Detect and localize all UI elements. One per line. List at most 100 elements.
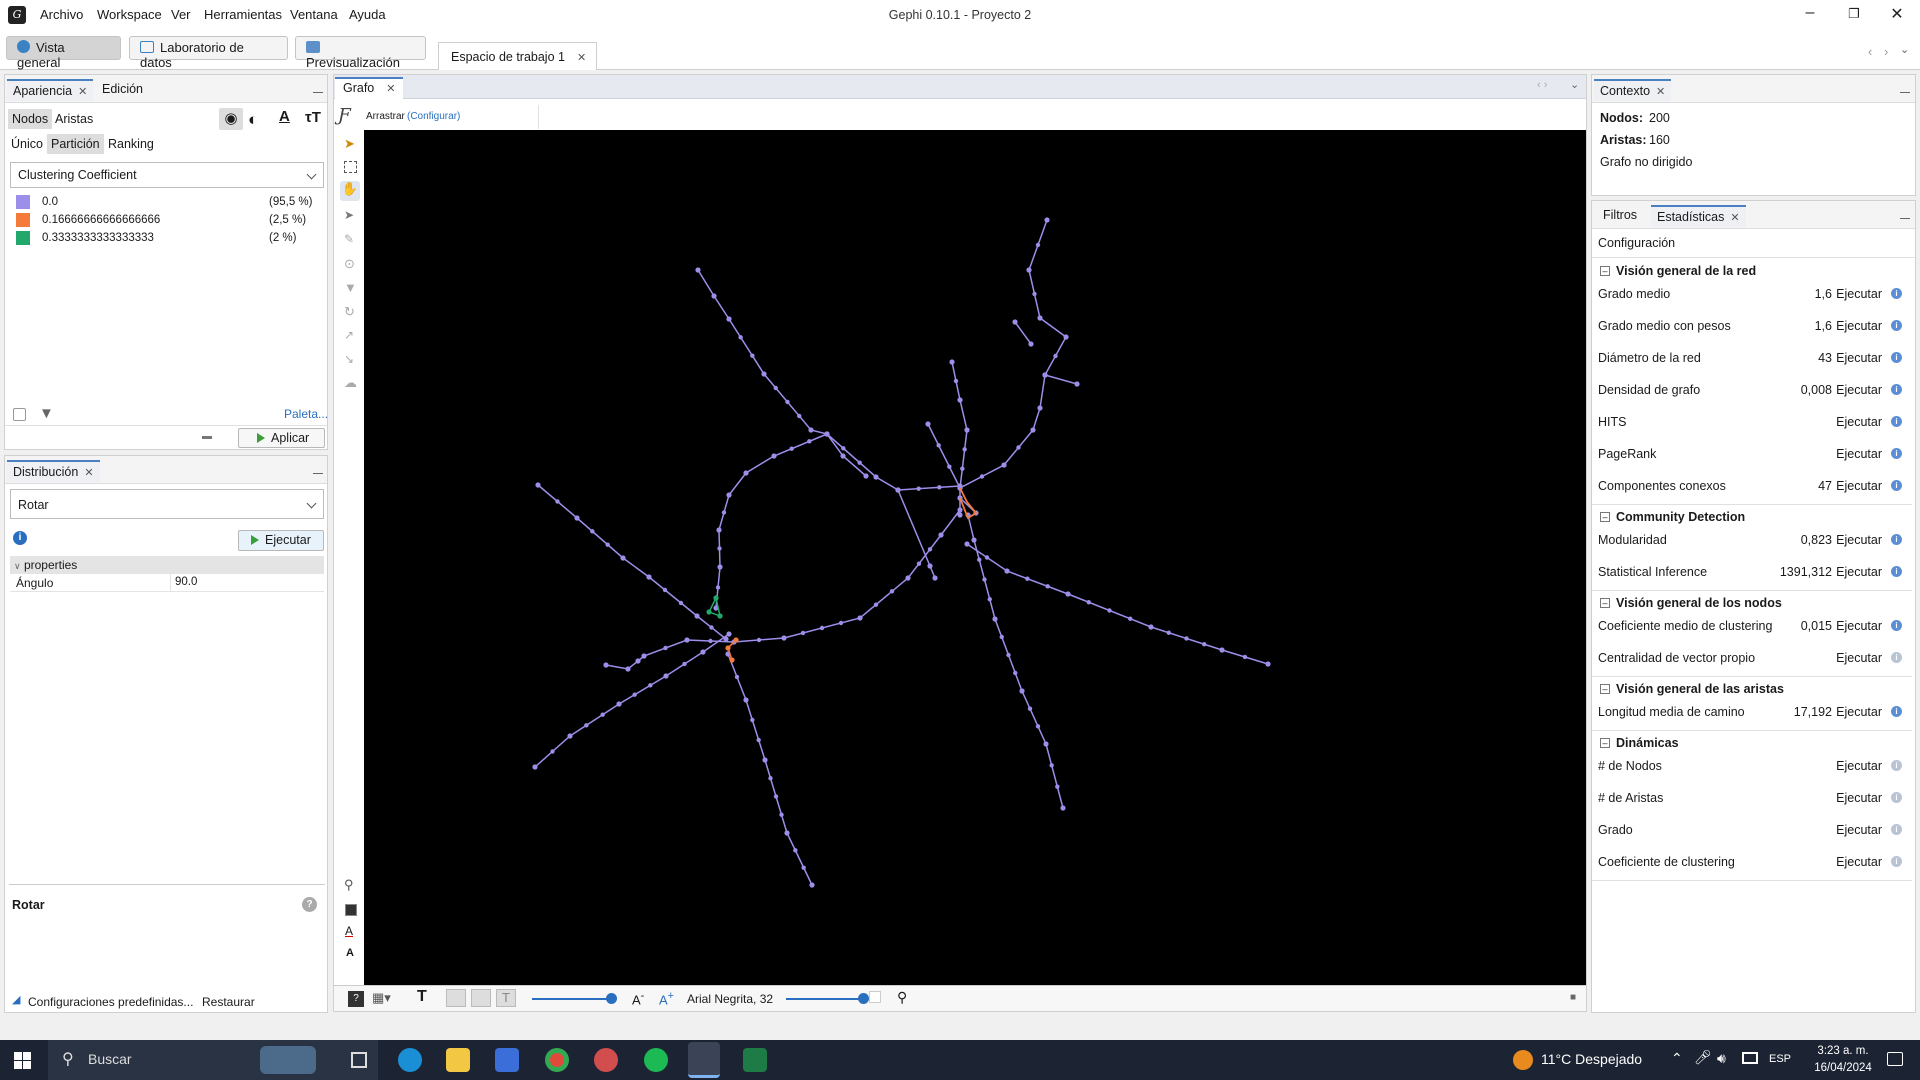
stats-section-header[interactable]: – Community Detection bbox=[1592, 507, 1912, 529]
graph-node[interactable] bbox=[756, 737, 761, 743]
graph-node[interactable] bbox=[789, 446, 794, 451]
minimize-panel-icon[interactable] bbox=[1900, 92, 1910, 93]
graph-node[interactable] bbox=[733, 637, 739, 643]
graph-node[interactable] bbox=[1053, 353, 1058, 359]
run-stat-button[interactable]: Ejecutar bbox=[1836, 651, 1882, 665]
stats-section-header[interactable]: – Visión general de la red bbox=[1592, 261, 1912, 283]
graph-node[interactable] bbox=[756, 637, 762, 643]
graph-node[interactable] bbox=[957, 483, 963, 489]
graph-node[interactable] bbox=[781, 635, 787, 641]
info-icon[interactable]: i bbox=[1891, 416, 1902, 427]
graph-node[interactable] bbox=[807, 439, 812, 444]
weather-text[interactable]: 11°C Despejado bbox=[1541, 1051, 1642, 1067]
graph-node[interactable] bbox=[1037, 405, 1043, 411]
font-color-icon[interactable]: A bbox=[345, 924, 353, 938]
close-estadisticas-icon[interactable]: ✕ bbox=[1730, 212, 1739, 224]
tab-list-icon[interactable]: ⌄ bbox=[1570, 78, 1579, 91]
graph-node[interactable] bbox=[535, 482, 541, 488]
graph-edge[interactable] bbox=[1044, 374, 1078, 385]
graph-node[interactable] bbox=[663, 645, 668, 651]
notifications-icon[interactable] bbox=[1887, 1052, 1903, 1066]
graph-node[interactable] bbox=[785, 399, 790, 405]
workspace-tab[interactable]: Espacio de trabajo 1 ✕ bbox=[438, 42, 598, 70]
graph-node[interactable] bbox=[873, 602, 879, 607]
graph-node[interactable] bbox=[1044, 217, 1050, 223]
nodes-tab[interactable]: Nodos bbox=[8, 109, 53, 129]
apply-button[interactable]: Aplicar bbox=[238, 428, 325, 448]
graph-node[interactable] bbox=[773, 794, 779, 799]
tab-distribucion[interactable]: Distribución ✕ bbox=[7, 460, 100, 482]
graph-node[interactable] bbox=[889, 589, 895, 594]
run-stat-button[interactable]: Ejecutar bbox=[1836, 383, 1882, 397]
scroll-tabs-left-icon[interactable]: ‹ › bbox=[1537, 79, 1547, 91]
heat-map-icon[interactable]: ☁ bbox=[344, 375, 357, 391]
graph-edge[interactable] bbox=[605, 509, 961, 670]
presets-link[interactable]: Configuraciones predefinidas... bbox=[28, 995, 193, 1009]
graph-node[interactable] bbox=[1035, 724, 1041, 729]
font-label[interactable]: Arial Negrita, 32 bbox=[687, 992, 773, 1006]
graph-node[interactable] bbox=[953, 378, 959, 384]
drag-tool-icon[interactable]: ✋ bbox=[340, 181, 360, 201]
tab-estadisticas[interactable]: Estadísticas ✕ bbox=[1651, 205, 1746, 227]
slider-knob[interactable] bbox=[858, 993, 869, 1004]
graph-node[interactable] bbox=[1012, 319, 1018, 325]
graph-node[interactable] bbox=[721, 510, 727, 515]
graph-node[interactable] bbox=[840, 453, 846, 459]
graph-node[interactable] bbox=[717, 613, 723, 619]
graph-node[interactable] bbox=[960, 466, 965, 471]
minimize-panel-icon[interactable] bbox=[313, 92, 323, 93]
info-icon[interactable]: i bbox=[1891, 320, 1902, 331]
graph-node[interactable] bbox=[949, 359, 955, 365]
graph-node[interactable] bbox=[962, 447, 967, 452]
show-labels-icon[interactable]: ? bbox=[348, 991, 364, 1007]
graph-node[interactable] bbox=[984, 555, 990, 560]
graph-node[interactable] bbox=[706, 609, 712, 615]
collapse-icon[interactable]: – bbox=[1600, 266, 1610, 276]
graph-node[interactable] bbox=[1042, 372, 1048, 378]
run-stat-button[interactable]: Ejecutar bbox=[1836, 533, 1882, 547]
label-size-icon[interactable]: τT bbox=[305, 109, 321, 126]
minimize-window-button[interactable]: – bbox=[1795, 4, 1825, 26]
info-icon[interactable]: i bbox=[1891, 288, 1902, 299]
zoom-fit-icon[interactable]: ⚲ bbox=[344, 877, 354, 893]
graph-node[interactable] bbox=[700, 649, 706, 655]
taskbar-search[interactable]: ⚲ Buscar bbox=[48, 1040, 378, 1080]
graph-node[interactable] bbox=[905, 575, 911, 581]
chrome-icon[interactable] bbox=[545, 1048, 569, 1072]
graph-node[interactable] bbox=[635, 658, 641, 664]
layout-select[interactable]: Rotar bbox=[10, 489, 324, 519]
graph-node[interactable] bbox=[717, 546, 722, 551]
run-stat-button[interactable]: Ejecutar bbox=[1836, 319, 1882, 333]
graph-node[interactable] bbox=[646, 574, 652, 580]
datalab-mode-button[interactable]: Laboratorio de datos bbox=[129, 36, 288, 70]
graph-node[interactable] bbox=[682, 661, 687, 667]
graph-node[interactable] bbox=[964, 541, 970, 547]
paint-bucket-icon[interactable]: ▼ bbox=[344, 280, 357, 295]
reset-link[interactable]: Restaurar bbox=[202, 995, 255, 1009]
graph-node[interactable] bbox=[936, 443, 941, 448]
stats-section-header[interactable]: – Visión general de los nodos bbox=[1592, 593, 1912, 615]
graph-svg[interactable] bbox=[364, 130, 1586, 985]
graph-node[interactable] bbox=[797, 413, 802, 419]
minimize-panel-icon[interactable] bbox=[313, 473, 323, 474]
graph-node[interactable] bbox=[711, 293, 717, 299]
info-icon[interactable]: i bbox=[1891, 652, 1902, 663]
graph-node[interactable] bbox=[762, 757, 768, 763]
graph-node[interactable] bbox=[632, 692, 637, 697]
font-size-slider[interactable] bbox=[786, 993, 869, 1004]
graph-node[interactable] bbox=[1065, 591, 1071, 597]
configure-link[interactable]: (Configurar) bbox=[407, 111, 460, 122]
graph-node[interactable] bbox=[1004, 568, 1010, 574]
edges-tab[interactable]: Aristas bbox=[55, 112, 93, 126]
graph-node[interactable] bbox=[600, 712, 605, 717]
font-decrease-icon[interactable]: A- bbox=[632, 990, 644, 1007]
unique-tab[interactable]: Único bbox=[11, 137, 43, 151]
graph-node[interactable] bbox=[1086, 600, 1091, 605]
info-icon[interactable]: i bbox=[1891, 856, 1902, 867]
palette-link[interactable]: Paleta... bbox=[284, 407, 328, 421]
info-icon[interactable]: i bbox=[1891, 352, 1902, 363]
graph-node[interactable] bbox=[771, 453, 777, 459]
attribute-select[interactable]: Clustering Coefficient bbox=[10, 162, 324, 188]
stats-section-header[interactable]: – Dinámicas bbox=[1592, 733, 1912, 755]
overview-mode-button[interactable]: Vista general bbox=[6, 36, 121, 70]
